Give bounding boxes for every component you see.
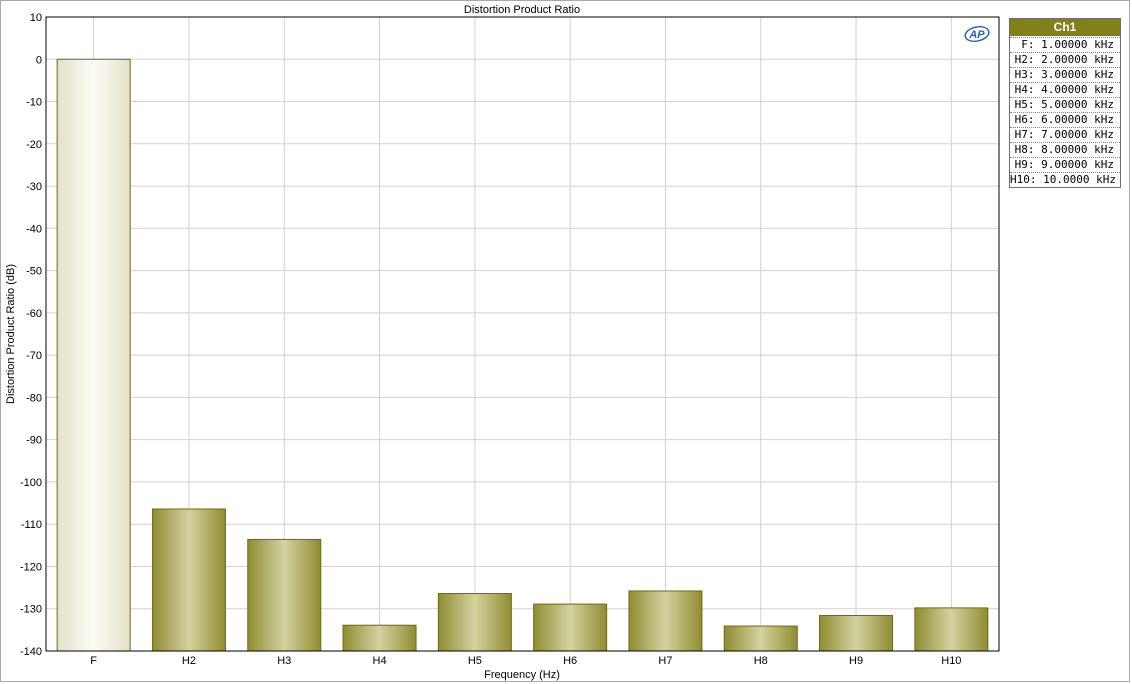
chart: Distortion Product Ratio Frequency (Hz) … [5,4,1000,681]
x-tick-label: H5 [468,655,482,667]
legend-header: Ch1 [1010,19,1120,37]
bar-h3 [247,538,322,652]
y-tick-labels: 10 0 -10 -20 -30 -40 -50 -60 -70 -80 -90 -100 -110 -1… [20,12,42,658]
x-tick-label: F [90,655,97,667]
y-tick-label: -10 [26,97,42,109]
bar-h4 [342,624,417,652]
y-tick-label: -60 [26,308,42,320]
x-tick-label: H4 [373,655,387,667]
legend-item: H6: 6.00000 kHz [1010,112,1120,127]
y-tick-label: -30 [26,181,42,193]
x-tick-label: H6 [563,655,577,667]
y-tick-label: -40 [26,223,42,235]
y-tick-label: 0 [36,54,42,66]
y-tick-label: 10 [30,12,42,24]
legend-item: H7: 7.00000 kHz [1010,127,1120,142]
bar-h9 [819,614,894,652]
x-tick-label: H3 [277,655,291,667]
bar-h8 [723,625,798,652]
legend: Ch1 F: 1.00000 kHz H2: 2.00000 kHz H3: 3.0… [1009,18,1121,188]
x-tick-label: H9 [849,655,863,667]
bar-f [56,58,131,652]
y-axis-label: Distortion Product Ratio (dB) [5,264,17,404]
legend-item: H3: 3.00000 kHz [1010,67,1120,82]
x-tick-label: H2 [182,655,196,667]
y-tick-label: -20 [26,139,42,151]
y-tick-label: -130 [20,604,42,616]
y-tick-label: -120 [20,561,42,573]
x-tick-label: H7 [658,655,672,667]
bar-h5 [437,593,512,652]
legend-item: H4: 4.00000 kHz [1010,82,1120,97]
y-tick-label: -90 [26,435,42,447]
y-tick-label: -70 [26,350,42,362]
chart-title: Distortion Product Ratio [464,4,580,16]
bar-h7 [628,590,703,652]
legend-item: H2: 2.00000 kHz [1010,52,1120,67]
legend-item: F: 1.00000 kHz [1010,37,1120,52]
y-tick-label: -140 [20,646,42,658]
legend-item: H9: 9.00000 kHz [1010,157,1120,172]
y-tick-label: -50 [26,266,42,278]
x-axis-label: Frequency (Hz) [484,669,560,681]
bar-h6 [533,603,608,652]
bar-h10 [914,607,989,652]
y-tick-label: -110 [21,519,42,531]
legend-item: H8: 8.00000 kHz [1010,142,1120,157]
legend-item: H10: 10.0000 kHz [1010,172,1120,187]
legend-item: H5: 5.00000 kHz [1010,97,1120,112]
x-tick-label: H8 [754,655,768,667]
x-tick-label: H10 [941,655,961,667]
y-tick-label: -80 [26,392,42,404]
x-tick-labels: F H2 H3 H4 H5 H6 H7 H8 H9 H10 [90,655,961,667]
y-tick-label: -100 [20,477,42,489]
bar-h2 [151,508,226,652]
svg-text:AP: AP [968,29,985,41]
ap-logo-icon: AP [964,26,990,42]
